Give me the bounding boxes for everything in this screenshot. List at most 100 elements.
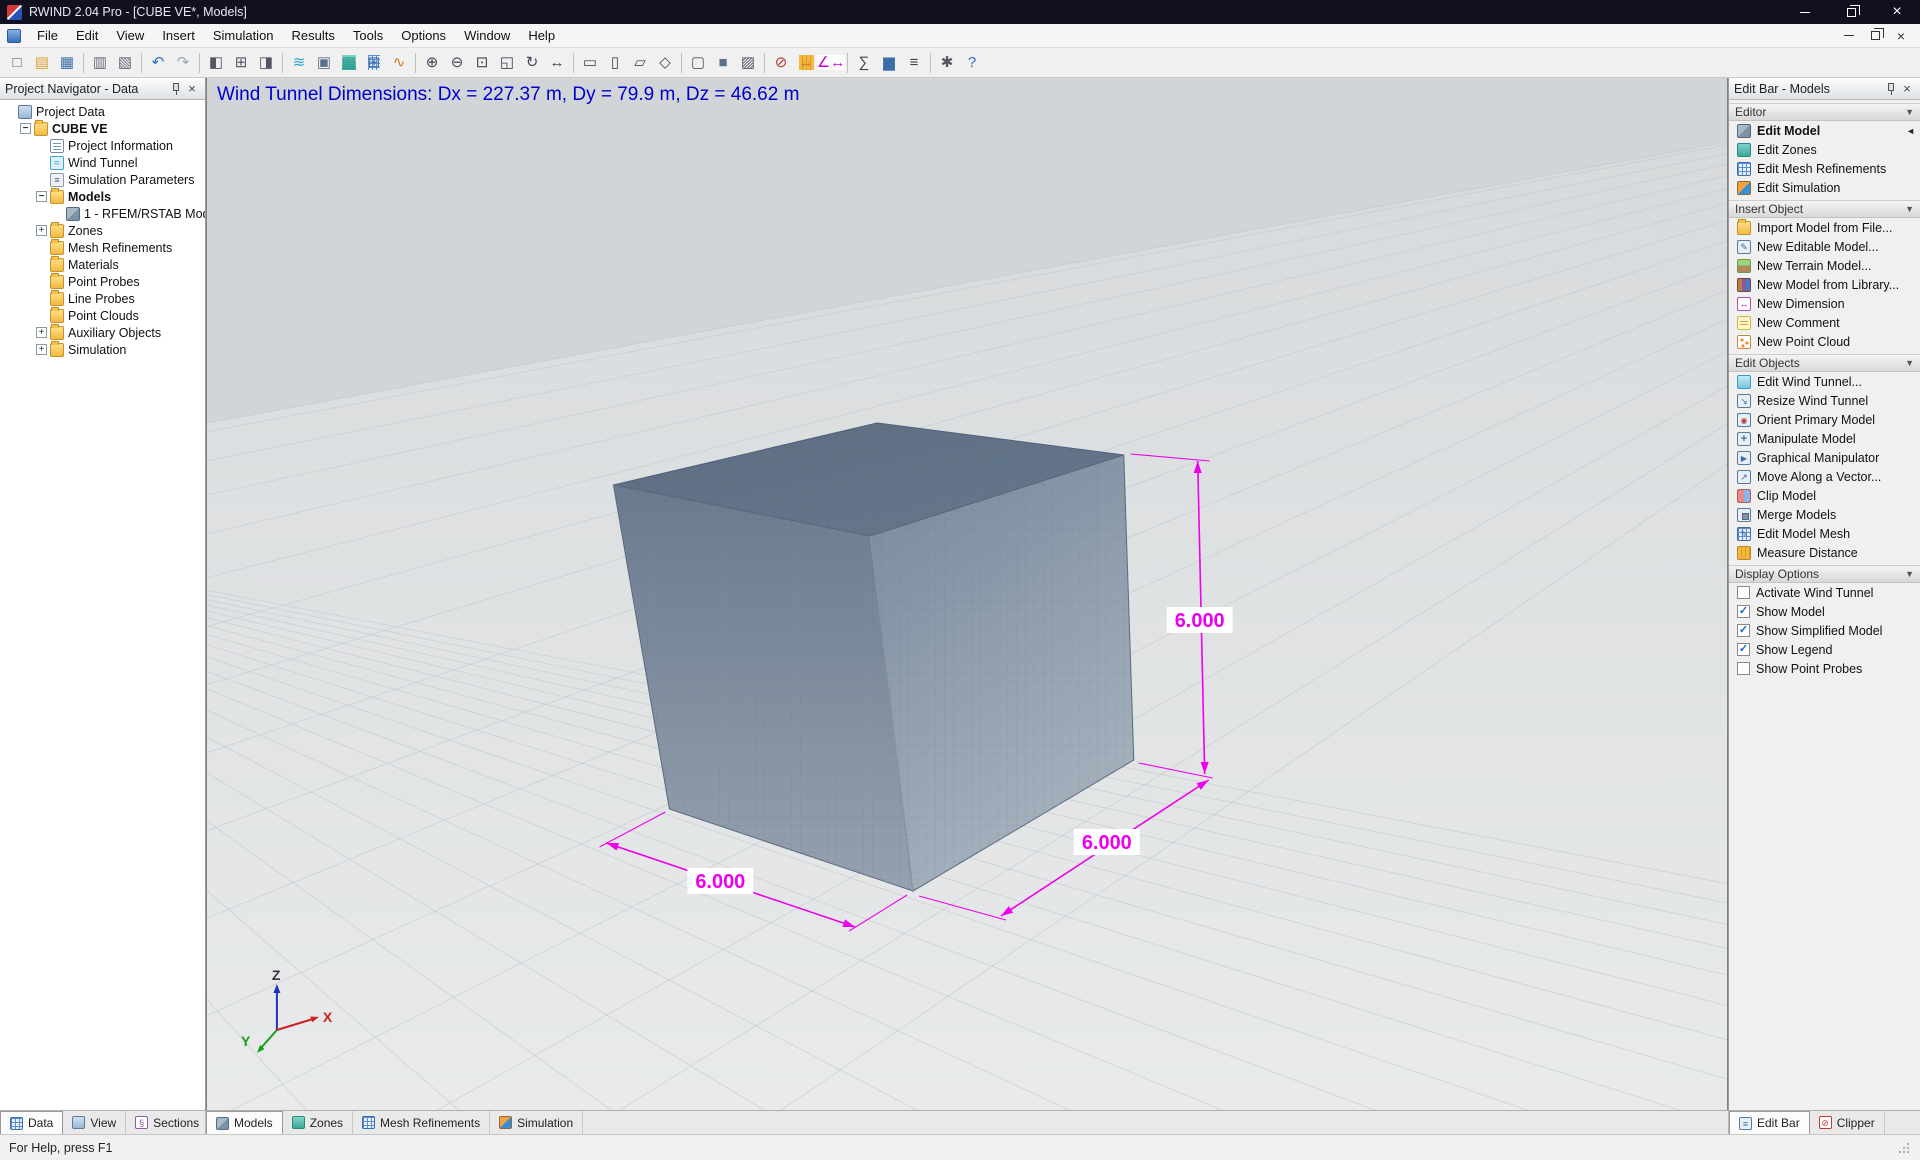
menu-edit[interactable]: Edit <box>67 24 107 47</box>
calculate-button[interactable]: ∑ <box>852 51 876 75</box>
redo-button[interactable]: ↷ <box>171 51 195 75</box>
restore-button[interactable] <box>1828 0 1874 24</box>
zoom-out-button[interactable]: ⊖ <box>445 51 469 75</box>
view-x-button[interactable]: ▭ <box>578 51 602 75</box>
undo-button[interactable]: ↶ <box>146 51 170 75</box>
checkbox[interactable]: ✓ <box>1737 624 1750 637</box>
edit-bar-panel-button[interactable]: ◨ <box>254 51 278 75</box>
clip-model-item[interactable]: Clip Model <box>1729 486 1920 505</box>
option-show-legend[interactable]: ✓ Show Legend <box>1729 640 1920 659</box>
tree-item-wind-tunnel[interactable]: Wind Tunnel <box>0 154 205 171</box>
tab-view[interactable]: View <box>63 1111 127 1134</box>
mdi-minimize-button[interactable] <box>1838 27 1860 45</box>
close-button[interactable]: × <box>1874 0 1920 24</box>
menu-file[interactable]: File <box>28 24 67 47</box>
section-editor[interactable]: Editor ▼ <box>1729 103 1920 121</box>
section-display-options[interactable]: Display Options ▼ <box>1729 565 1920 583</box>
tree-item-cube-ve[interactable]: − CUBE VE <box>0 119 205 137</box>
tree-expander[interactable]: − <box>36 191 47 202</box>
graphical-manipulator-item[interactable]: Graphical Manipulator <box>1729 448 1920 467</box>
simulation-button[interactable]: ∿ <box>387 51 411 75</box>
tab-simulation[interactable]: Simulation <box>490 1111 584 1134</box>
edit-model-item[interactable]: Edit Model ◄ <box>1729 121 1920 140</box>
tree-item-project-data[interactable]: Project Data <box>0 103 205 120</box>
viewport-canvas[interactable]: 6.000 6.000 6.000 Z X Y <box>207 78 1727 1110</box>
edit-simulation-item[interactable]: Edit Simulation <box>1729 178 1920 197</box>
checkbox[interactable]: ✓ <box>1737 605 1750 618</box>
tab-data[interactable]: Data <box>0 1111 64 1134</box>
mdi-close-button[interactable]: × <box>1890 27 1912 45</box>
open-button[interactable]: ▤ <box>30 51 54 75</box>
tab-edit-bar[interactable]: Edit Bar <box>1729 1111 1810 1134</box>
zoom-window-button[interactable]: ⊡ <box>470 51 494 75</box>
edit-wind-tunnel-item[interactable]: Edit Wind Tunnel... <box>1729 372 1920 391</box>
section-insert-object[interactable]: Insert Object ▼ <box>1729 200 1920 218</box>
new-terrain-model-item[interactable]: New Terrain Model... <box>1729 256 1920 275</box>
checkbox[interactable] <box>1737 662 1750 675</box>
menu-simulation[interactable]: Simulation <box>204 24 283 47</box>
edit-zones-item[interactable]: Edit Zones <box>1729 140 1920 159</box>
view-y-button[interactable]: ▯ <box>603 51 627 75</box>
zones-button[interactable]: ▦ <box>337 51 361 75</box>
import-model-from-file-item[interactable]: Import Model from File... <box>1729 218 1920 237</box>
wireframe-button[interactable]: ▢ <box>686 51 710 75</box>
resize-wind-tunnel-item[interactable]: Resize Wind Tunnel <box>1729 391 1920 410</box>
tab-mesh-refinements[interactable]: Mesh Refinements <box>353 1111 491 1134</box>
document-icon[interactable] <box>7 28 21 43</box>
close-editbar-button[interactable]: × <box>1899 81 1915 97</box>
pan-view-button[interactable]: ↔ <box>545 51 569 75</box>
tables-button[interactable]: ⊞ <box>229 51 253 75</box>
navigator-panel-button[interactable]: ◧ <box>204 51 228 75</box>
move-along-a-vector-item[interactable]: Move Along a Vector... <box>1729 467 1920 486</box>
option-show-model[interactable]: ✓ Show Model <box>1729 602 1920 621</box>
results-button[interactable]: ▆ <box>877 51 901 75</box>
clip-button[interactable]: ⊘ <box>769 51 793 75</box>
tree-item-point-probes[interactable]: Point Probes <box>0 272 205 290</box>
tree-item-rfem-rstab-model[interactable]: 1 - RFEM/RSTAB Model <box>0 205 205 222</box>
tree-expander[interactable]: − <box>20 123 31 134</box>
rotate-view-button[interactable]: ↻ <box>520 51 544 75</box>
tab-zones[interactable]: Zones <box>283 1111 354 1134</box>
print-button[interactable]: ▥ <box>88 51 112 75</box>
option-show-point-probes[interactable]: Show Point Probes <box>1729 659 1920 678</box>
orient-primary-model-item[interactable]: Orient Primary Model <box>1729 410 1920 429</box>
edit-model-mesh-item[interactable]: Edit Model Mesh <box>1729 524 1920 543</box>
new-file-button[interactable]: □ <box>5 51 29 75</box>
mesh-button[interactable]: ⊞ <box>362 51 386 75</box>
tree-item-simulation[interactable]: + Simulation <box>0 340 205 358</box>
edit-mesh-refinements-item[interactable]: Edit Mesh Refinements <box>1729 159 1920 178</box>
tree-item-mesh-refinements[interactable]: Mesh Refinements <box>0 238 205 256</box>
new-model-from-library-item[interactable]: New Model from Library... <box>1729 275 1920 294</box>
menu-results[interactable]: Results <box>283 24 344 47</box>
transparent-button[interactable]: ▨ <box>736 51 760 75</box>
new-point-cloud-item[interactable]: New Point Cloud <box>1729 332 1920 351</box>
fit-view-button[interactable]: ◱ <box>495 51 519 75</box>
section-edit-objects[interactable]: Edit Objects ▼ <box>1729 354 1920 372</box>
wind-tunnel-button[interactable]: ≋ <box>287 51 311 75</box>
tree-expander[interactable]: + <box>36 327 47 338</box>
manipulate-model-item[interactable]: Manipulate Model <box>1729 429 1920 448</box>
menu-tools[interactable]: Tools <box>344 24 392 47</box>
tree-item-project-information[interactable]: Project Information <box>0 137 205 154</box>
checkbox[interactable]: ✓ <box>1737 643 1750 656</box>
new-comment-item[interactable]: New Comment <box>1729 313 1920 332</box>
options-button[interactable]: ✱ <box>935 51 959 75</box>
resize-grip[interactable] <box>1897 1140 1911 1155</box>
merge-models-item[interactable]: Merge Models <box>1729 505 1920 524</box>
tab-models[interactable]: Models <box>206 1111 283 1134</box>
save-button[interactable]: ▦ <box>55 51 79 75</box>
help-button[interactable]: ? <box>960 51 984 75</box>
view-iso-button[interactable]: ◇ <box>653 51 677 75</box>
dimension-button[interactable]: ∠ <box>816 51 846 75</box>
tree-item-point-clouds[interactable]: Point Clouds <box>0 306 205 324</box>
tree-item-zones[interactable]: + Zones <box>0 221 205 239</box>
tree-expander[interactable]: + <box>36 344 47 355</box>
new-editable-model-item[interactable]: New Editable Model... <box>1729 237 1920 256</box>
copy-image-button[interactable]: ▧ <box>113 51 137 75</box>
tree-item-models[interactable]: − Models <box>0 187 205 205</box>
zoom-in-button[interactable]: ⊕ <box>420 51 444 75</box>
solid-button[interactable]: ■ <box>711 51 735 75</box>
tab-clipper[interactable]: Clipper <box>1810 1111 1885 1134</box>
option-show-simplified-model[interactable]: ✓ Show Simplified Model <box>1729 621 1920 640</box>
new-dimension-item[interactable]: New Dimension <box>1729 294 1920 313</box>
